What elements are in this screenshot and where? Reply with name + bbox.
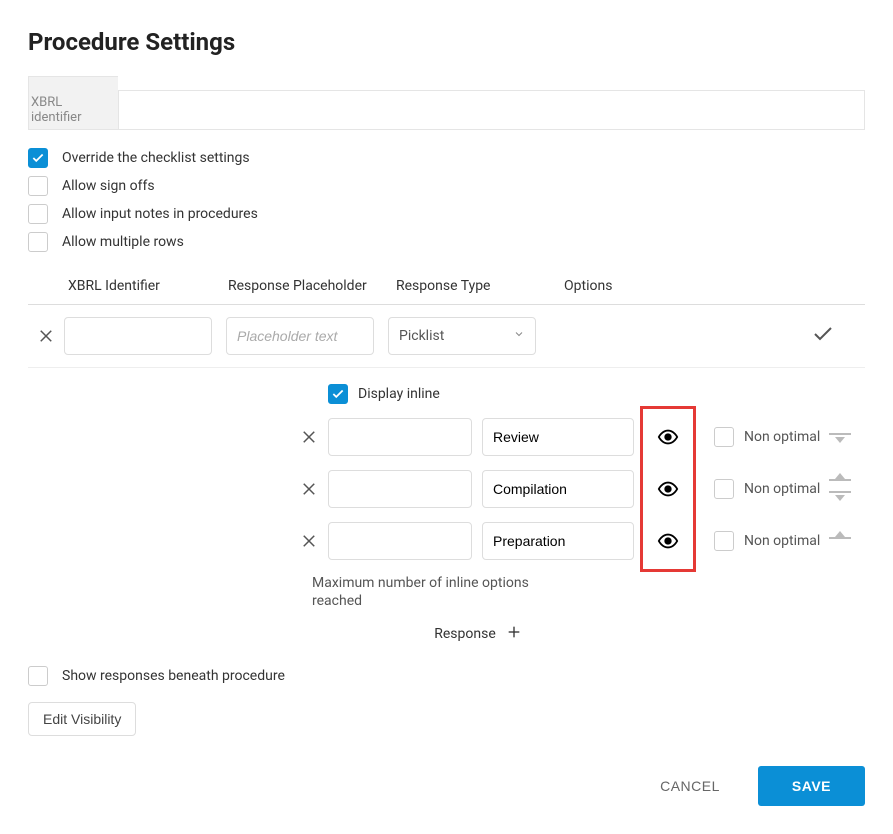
override-checklist-checkbox[interactable] [28,148,48,168]
remove-option-button[interactable] [28,480,328,498]
column-header-xbrl: XBRL Identifier [28,278,228,294]
option-label-input[interactable] [482,418,634,456]
column-header-options: Options [564,278,865,294]
xbrl-identifier-label: XBRL identifier [28,76,118,130]
show-beneath-checkbox[interactable] [28,666,48,686]
row-xbrl-input[interactable] [64,317,212,355]
option-reorder-handle[interactable] [828,433,852,441]
option-visibility-button[interactable] [644,530,692,552]
non-optimal-label: Non optimal [744,481,820,497]
row-placeholder-input[interactable] [226,317,374,355]
option-reorder-handle[interactable] [828,537,852,545]
eye-icon [657,530,679,552]
option-label-input[interactable] [482,470,634,508]
row-type-select[interactable]: Picklist [388,317,536,355]
allow-input-notes-label: Allow input notes in procedures [62,206,258,222]
option-code-input[interactable] [328,522,472,560]
edit-visibility-button[interactable]: Edit Visibility [28,702,136,736]
allow-multiple-rows-label: Allow multiple rows [62,234,184,250]
chevron-down-icon [513,328,525,344]
option-code-input[interactable] [328,418,472,456]
allow-multiple-rows-checkbox[interactable] [28,232,48,252]
max-options-note: Maximum number of inline options reached [312,574,532,610]
non-optimal-label: Non optimal [744,429,820,445]
remove-response-button[interactable] [28,327,64,345]
save-button[interactable]: SAVE [758,766,865,806]
option-label-input[interactable] [482,522,634,560]
allow-signoffs-checkbox[interactable] [28,176,48,196]
allow-input-notes-checkbox[interactable] [28,204,48,224]
page-title: Procedure Settings [28,28,865,56]
override-checklist-label: Override the checklist settings [62,150,250,166]
column-header-placeholder: Response Placeholder [228,278,396,294]
option-visibility-button[interactable] [644,426,692,448]
option-code-input[interactable] [328,470,472,508]
display-inline-checkbox[interactable] [328,384,348,404]
remove-option-button[interactable] [28,428,328,446]
cancel-button[interactable]: CANCEL [652,768,728,804]
add-response-label: Response [434,626,496,642]
confirm-response-button[interactable] [811,322,835,350]
row-type-selected: Picklist [399,328,444,344]
non-optimal-checkbox[interactable] [714,427,734,447]
remove-option-button[interactable] [28,532,328,550]
display-inline-label: Display inline [358,386,440,402]
xbrl-identifier-input[interactable] [118,90,865,130]
eye-icon [657,426,679,448]
eye-icon [657,478,679,500]
column-header-type: Response Type [396,278,564,294]
non-optimal-checkbox[interactable] [714,531,734,551]
option-visibility-button[interactable] [644,478,692,500]
add-response-button[interactable]: Response [228,624,728,644]
show-beneath-label: Show responses beneath procedure [62,668,285,684]
allow-signoffs-label: Allow sign offs [62,178,155,194]
plus-icon [506,624,522,644]
option-reorder-handle[interactable] [828,479,852,499]
non-optimal-label: Non optimal [744,533,820,549]
non-optimal-checkbox[interactable] [714,479,734,499]
